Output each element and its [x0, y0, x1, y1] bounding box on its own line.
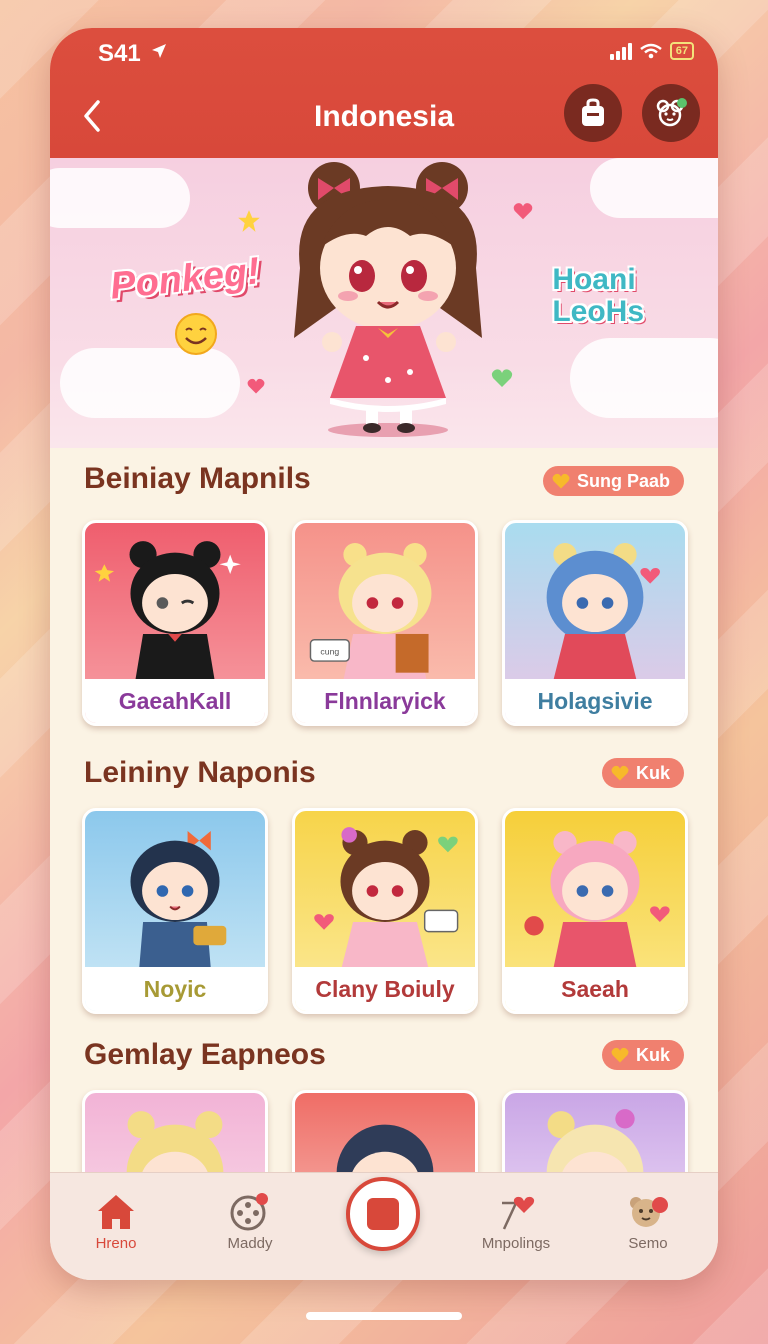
- tab-mnpolings[interactable]: Mnpolings: [456, 1191, 576, 1252]
- stop-button-icon: [367, 1198, 399, 1230]
- top-bar: S41 67 Indonesia: [50, 28, 718, 158]
- tab-home[interactable]: Hreno: [56, 1191, 176, 1252]
- character-card[interactable]: Noyic: [82, 808, 268, 1014]
- house-icon: [98, 1195, 134, 1229]
- bag-icon: [582, 98, 604, 126]
- film-reel-icon: [230, 1193, 268, 1231]
- bottom-tab-bar: Hreno Maddy Mnpolings Semo: [50, 1172, 718, 1280]
- card-label: Flnnlaryick: [295, 679, 475, 723]
- section-title: Gemlay Eapneos: [84, 1038, 326, 1071]
- status-time: S41: [98, 40, 141, 67]
- chibi-character-illustration: [130, 831, 227, 969]
- banner-right-line1: Hoani: [552, 263, 636, 296]
- chibi-character-illustration: [314, 827, 459, 969]
- tab-label: Maddy: [227, 1235, 273, 1252]
- chibi-mascot-illustration: [294, 162, 482, 437]
- hero-banner[interactable]: Ponkeg! Hoani LeoHs: [50, 158, 718, 448]
- bear-avatar-icon: [656, 98, 687, 127]
- banner-right-line2: LeoHs: [552, 295, 644, 328]
- pill-label: Kuk: [635, 1044, 670, 1065]
- heart-icon: [552, 473, 570, 489]
- profile-button[interactable]: [642, 84, 700, 142]
- cloud: [50, 168, 190, 228]
- heart-icon: [611, 765, 629, 781]
- banner-logo-left: Ponkeg!: [108, 250, 262, 308]
- heart-icon: [513, 203, 533, 220]
- card-label: Noyic: [85, 967, 265, 1011]
- tab-semo[interactable]: Semo: [588, 1191, 708, 1252]
- character-card[interactable]: Clany Boiuly: [292, 808, 478, 1014]
- star-icon: [238, 210, 260, 232]
- section-title: Leininy Naponis: [84, 756, 316, 789]
- section-pill-button[interactable]: Sung Paab: [542, 466, 684, 496]
- card-label: Clany Boiuly: [295, 967, 475, 1011]
- section-title: Beiniay Mapnils: [84, 462, 311, 495]
- tab-label: Hreno: [95, 1235, 137, 1252]
- character-card[interactable]: cung Flnnlaryick: [292, 520, 478, 726]
- heart-icon: [491, 369, 513, 387]
- character-card[interactable]: GaeahKall: [82, 520, 268, 726]
- character-card[interactable]: Saeah: [502, 808, 688, 1014]
- tab-label: Semo: [628, 1235, 668, 1252]
- pill-label: Kuk: [635, 762, 670, 783]
- wifi-icon: [639, 43, 662, 59]
- heart-pin-icon: [502, 1196, 535, 1230]
- svg-text:cung: cung: [320, 646, 339, 656]
- card-label: Saeah: [505, 967, 685, 1011]
- character-card[interactable]: Holagsivie: [502, 520, 688, 726]
- chibi-character-illustration: [94, 541, 241, 681]
- tab-label: Mnpolings: [481, 1235, 551, 1252]
- card-label: GaeahKall: [85, 679, 265, 723]
- location-arrow-icon: [152, 44, 166, 58]
- heart-icon: [247, 378, 265, 394]
- bear-face-icon: [630, 1197, 668, 1227]
- chibi-character-illustration: cung: [309, 543, 432, 681]
- section-pill-button[interactable]: Kuk: [601, 758, 684, 788]
- home-indicator[interactable]: [306, 1312, 462, 1320]
- card-label: Holagsivie: [505, 679, 685, 723]
- phone-screen: S41 67 Indonesia Ponkeg! Hoani LeoHs Bei…: [50, 28, 718, 1280]
- signal-icon: [609, 42, 632, 60]
- status-icons: 67: [609, 42, 694, 60]
- chibi-character-illustration: [546, 543, 660, 681]
- smiley-sun-icon: [175, 313, 217, 355]
- banner-logo-right: Hoani LeoHs: [552, 264, 644, 328]
- section-pill-button[interactable]: Kuk: [601, 1040, 684, 1070]
- battery-icon: 67: [669, 42, 694, 60]
- heart-icon: [611, 1047, 629, 1063]
- cloud: [590, 158, 718, 218]
- cloud: [570, 338, 718, 418]
- record-button[interactable]: [346, 1177, 420, 1251]
- chibi-character-illustration: [524, 831, 670, 969]
- tab-maddy[interactable]: Maddy: [190, 1191, 310, 1252]
- bag-button[interactable]: [564, 84, 622, 142]
- pill-label: Sung Paab: [576, 470, 670, 491]
